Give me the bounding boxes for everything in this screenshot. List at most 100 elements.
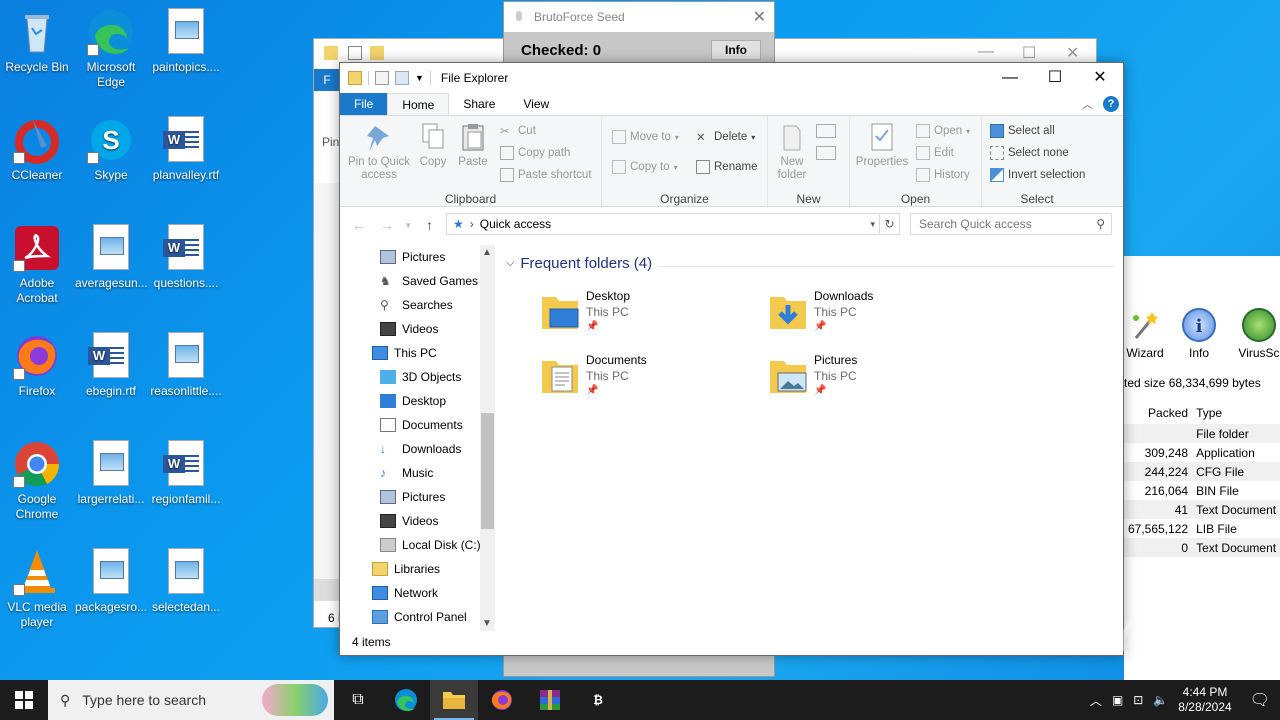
table-row[interactable]: 309,248 Application [1124,443,1280,462]
desktop-icon-chrome[interactable]: Google Chrome [1,440,73,522]
taskbar-bitcoin-app[interactable]: ₿ [574,680,622,720]
desktop-icon-ccleaner[interactable]: CCleaner [1,116,73,183]
desktop-icon-file[interactable]: W planvalley.rtf [150,116,222,183]
customize-dropdown-icon[interactable]: ▼ [415,73,424,83]
nav-item-network[interactable]: Network [372,583,438,603]
nav-item-documents[interactable]: Documents [380,415,463,435]
task-view-button[interactable]: ⧉ [334,680,382,720]
file-explorer-window[interactable]: ▼ File Explorer — ☐ ✕ File Home Share Vi… [339,62,1124,656]
select-all-button[interactable]: Select all [990,124,1055,138]
background-file-tab[interactable]: F [314,69,340,91]
rename-button[interactable]: Rename [696,160,757,174]
maximize-button[interactable]: ☐ [1032,63,1078,93]
clock[interactable]: 4:44 PM 8/28/2024 [1178,685,1231,715]
desktop-icon-edge[interactable]: Microsoft Edge [75,8,147,90]
nav-item-searches[interactable]: ⚲ Searches [380,295,453,315]
volume-icon[interactable]: 🔈 [1153,693,1168,707]
nav-item-local-disk[interactable]: Local Disk (C:) [380,535,481,555]
start-button[interactable] [0,680,48,720]
folder-item-pictures[interactable]: Pictures This PC 📌 [768,353,988,409]
table-row[interactable]: 244,224 CFG File [1124,462,1280,481]
nav-item-this-pc[interactable]: This PC [372,343,437,363]
nav-scrollbar[interactable]: ▲ ▼ [480,245,495,631]
new-folder-icon[interactable] [395,71,409,85]
collapse-ribbon-icon[interactable]: ︿ [1082,96,1093,112]
desktop-icon-file[interactable]: W questions.... [150,224,222,291]
minimize-icon[interactable]: — [978,43,994,61]
open-button[interactable]: Open ▾ [916,124,970,138]
properties-button[interactable]: Properties [854,122,910,169]
desktop-icon-file[interactable]: selectedan... [150,548,222,615]
invert-selection-button[interactable]: Invert selection [990,168,1085,182]
new-item-icon[interactable] [816,124,836,138]
search-input[interactable]: Search Quick access ⚲ [910,213,1112,235]
help-icon[interactable]: ? [1103,96,1119,112]
edit-button[interactable]: Edit [916,146,954,160]
info-button[interactable]: i Info [1174,308,1224,360]
address-dropdown-icon[interactable]: ▾ [870,219,875,230]
desktop-icon-file[interactable]: reasonlittle.... [150,332,222,399]
new-folder-button[interactable]: New folder [772,122,812,182]
move-to-button[interactable]: Move to ▾ [612,130,679,144]
nav-item-downloads[interactable]: ↓ Downloads [380,439,461,459]
breadcrumb[interactable]: Quick access [480,217,551,231]
folder-item-downloads[interactable]: Downloads This PC 📌 [768,289,988,345]
desktop-icon-file[interactable]: paintopics.... [150,8,222,75]
taskbar-search-box[interactable]: ⚲ Type here to search [48,680,334,720]
taskbar-edge[interactable] [382,680,430,720]
column-header-type[interactable]: Type [1192,402,1280,424]
properties-icon[interactable] [375,71,389,85]
taskbar-file-explorer[interactable] [430,680,478,720]
info-button[interactable]: Info [711,40,761,60]
scroll-up-icon[interactable]: ▲ [482,247,492,258]
copy-path-button[interactable]: Copy path [500,146,570,160]
desktop-icon-vlc[interactable]: VLC media player [1,548,73,630]
tab-share[interactable]: Share [449,93,509,115]
taskbar-winrar[interactable] [526,680,574,720]
table-row[interactable]: 216,064 BIN File [1124,481,1280,500]
pin-to-quick-access-button[interactable]: Pin to Quick access [344,122,414,182]
tab-view[interactable]: View [509,93,563,115]
cut-button[interactable]: ✂ Cut [500,124,536,138]
desktop-icon-file[interactable]: largerrelati... [75,440,147,507]
table-row[interactable]: 0 Text Document [1124,538,1280,557]
paste-button[interactable]: Paste [456,122,490,169]
minimize-button[interactable]: — [987,63,1033,93]
tab-file[interactable]: File [340,93,388,115]
easy-access-icon[interactable] [816,146,836,160]
table-row[interactable]: 41 Text Document [1124,500,1280,519]
network-icon[interactable]: ⊡ [1133,693,1143,707]
desktop-icon-skype[interactable]: S Skype [75,116,147,183]
frequent-folders-header[interactable]: ⌵ Frequent folders (4) [506,255,652,272]
column-header-packed[interactable]: Packed [1124,402,1192,424]
copy-button[interactable]: Copy [416,122,450,169]
scroll-thumb[interactable] [481,413,494,529]
virusscan-button[interactable]: VirusSc [1234,308,1280,360]
scroll-down-icon[interactable]: ▼ [482,618,492,629]
folder-item-documents[interactable]: Documents This PC 📌 [540,353,760,409]
desktop-icon-file[interactable]: W regionfamil... [150,440,222,507]
nav-item-music[interactable]: ♪ Music [380,463,433,483]
nav-item-3d-objects[interactable]: 3D Objects [380,367,461,387]
nav-item-saved-games[interactable]: ♞ Saved Games [380,271,478,291]
nav-item-pictures[interactable]: Pictures [380,487,445,507]
wizard-button[interactable]: Wizard [1120,308,1170,360]
forward-arrow-icon[interactable]: → [380,217,394,233]
address-bar[interactable]: ★ › Quick access ▾ [446,213,880,235]
copy-to-button[interactable]: Copy to ▾ [612,160,678,174]
desktop-icon-file[interactable]: W ebegin.rtf [75,332,147,399]
table-row[interactable]: 67,565,122 LIB File [1124,519,1280,538]
nav-item-videos[interactable]: Videos [380,319,438,339]
close-icon[interactable]: ✕ [753,7,766,27]
desktop-icon-firefox[interactable]: Firefox [1,332,73,399]
device-icon[interactable]: ▣ [1112,693,1123,707]
history-button[interactable]: History [916,168,970,182]
paste-shortcut-button[interactable]: Paste shortcut [500,168,592,182]
nav-item-videos[interactable]: Videos [380,511,438,531]
tab-home[interactable]: Home [387,93,450,115]
desktop-icon-acrobat[interactable]: Adobe Acrobat [1,224,73,306]
nav-item-libraries[interactable]: Libraries [372,559,440,579]
recent-locations-icon[interactable]: ▾ [406,220,411,231]
nav-item-control-panel[interactable]: Control Panel [372,607,467,627]
maximize-icon[interactable]: ☐ [1022,43,1036,63]
